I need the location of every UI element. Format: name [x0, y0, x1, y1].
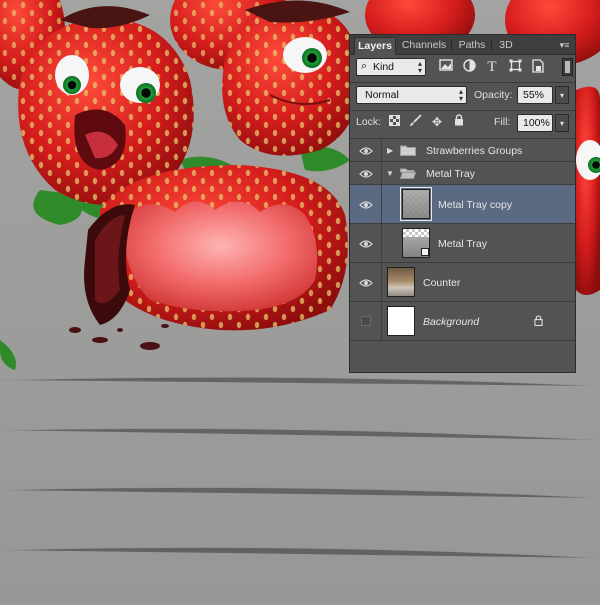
layer-thumbnail[interactable]	[387, 306, 415, 336]
layer-row-background[interactable]: Background	[350, 302, 575, 341]
row-separator	[381, 185, 382, 223]
layer-row-counter[interactable]: Counter	[350, 263, 575, 302]
panel-menu-icon[interactable]: ▾≡	[557, 39, 572, 51]
visibility-eye-icon[interactable]	[359, 200, 373, 210]
layer-thumbnail[interactable]	[387, 267, 415, 297]
visibility-eye-icon[interactable]	[359, 278, 373, 288]
row-separator	[381, 139, 382, 161]
row-separator	[381, 302, 382, 340]
lock-all-icon[interactable]	[452, 114, 466, 130]
visibility-off-box[interactable]	[361, 316, 371, 326]
layer-row-metal-tray[interactable]: Metal Tray	[350, 224, 575, 263]
layer-lock-icon	[534, 315, 543, 329]
shape-filter-icon[interactable]	[507, 59, 523, 75]
collapse-arrow-icon[interactable]: ▼	[386, 169, 394, 178]
blend-mode-select[interactable]: Normal ▴ ▾	[356, 86, 467, 104]
layer-name: Strawberries Groups	[426, 145, 523, 157]
search-icon: ⌕	[361, 60, 368, 72]
fill-label: Fill:	[494, 116, 511, 128]
adjustment-filter-icon[interactable]	[461, 59, 477, 75]
row-separator	[381, 162, 382, 184]
expand-arrow-icon[interactable]: ▶	[387, 146, 393, 155]
layer-thumbnail[interactable]	[400, 187, 432, 221]
layer-name: Metal Tray copy	[438, 199, 513, 211]
row-separator	[381, 224, 382, 262]
layers-panel: Layers Channels Paths 3D ▾≡ ⌕ Kind ▴ ▾ T …	[349, 34, 576, 373]
tab-paths[interactable]: Paths	[452, 37, 492, 55]
layer-row-metal-tray-group[interactable]: ▼ Metal Tray	[350, 162, 575, 185]
visibility-eye-icon[interactable]	[359, 169, 373, 179]
opacity-label: Opacity:	[474, 89, 513, 101]
type-filter-icon[interactable]: T	[484, 59, 500, 75]
smart-object-filter-icon[interactable]	[530, 59, 546, 75]
smart-object-badge-icon	[421, 248, 429, 256]
panel-divider	[350, 110, 575, 111]
pixel-filter-icon[interactable]	[438, 59, 454, 75]
layer-name: Counter	[423, 277, 461, 289]
blend-mode-value: Normal	[365, 89, 399, 101]
panel-tab-bar: Layers Channels Paths 3D ▾≡	[350, 35, 575, 55]
layer-row-metal-tray-copy[interactable]: Metal Tray copy	[350, 185, 575, 224]
updown-arrow-icon: ▴ ▾	[458, 87, 463, 103]
lock-transparent-pixels-icon[interactable]	[387, 114, 401, 130]
layer-name: Metal Tray	[426, 168, 476, 180]
tab-layers[interactable]: Layers	[354, 37, 396, 55]
lock-position-icon[interactable]: ✥	[430, 114, 444, 130]
lock-image-pixels-icon[interactable]	[408, 114, 422, 130]
tab-3d[interactable]: 3D	[492, 37, 520, 55]
visibility-eye-icon[interactable]	[359, 146, 373, 156]
folder-icon	[400, 145, 416, 156]
layer-name: Background	[423, 316, 480, 328]
updown-arrow-icon: ▴ ▾	[417, 59, 422, 75]
filter-kind-select[interactable]: ⌕ Kind ▴ ▾	[356, 58, 426, 76]
lock-label: Lock:	[356, 116, 382, 128]
layer-row-strawberries-groups[interactable]: ▶ Strawberries Groups	[350, 139, 575, 162]
tab-channels[interactable]: Channels	[396, 37, 452, 55]
fill-field[interactable]: 100%	[517, 114, 553, 132]
panel-divider	[350, 82, 575, 83]
fill-dropdown-arrow[interactable]: ▾	[555, 114, 569, 132]
visibility-eye-icon[interactable]	[359, 239, 373, 249]
layer-name: Metal Tray	[438, 238, 488, 250]
open-folder-icon	[400, 168, 416, 179]
opacity-dropdown-arrow[interactable]: ▾	[555, 86, 569, 104]
filter-toggle-switch[interactable]	[562, 58, 573, 76]
filter-kind-label: Kind	[373, 61, 395, 73]
opacity-field[interactable]: 55%	[517, 86, 553, 104]
row-separator	[381, 263, 382, 301]
